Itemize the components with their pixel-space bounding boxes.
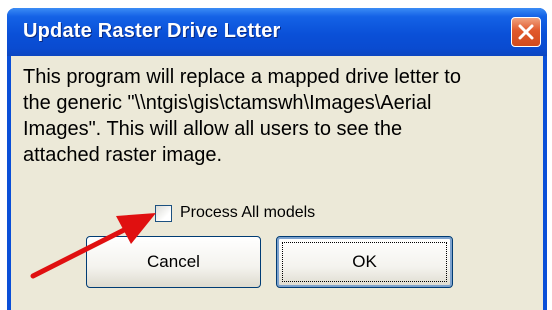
annotation-arrow: [30, 213, 156, 279]
